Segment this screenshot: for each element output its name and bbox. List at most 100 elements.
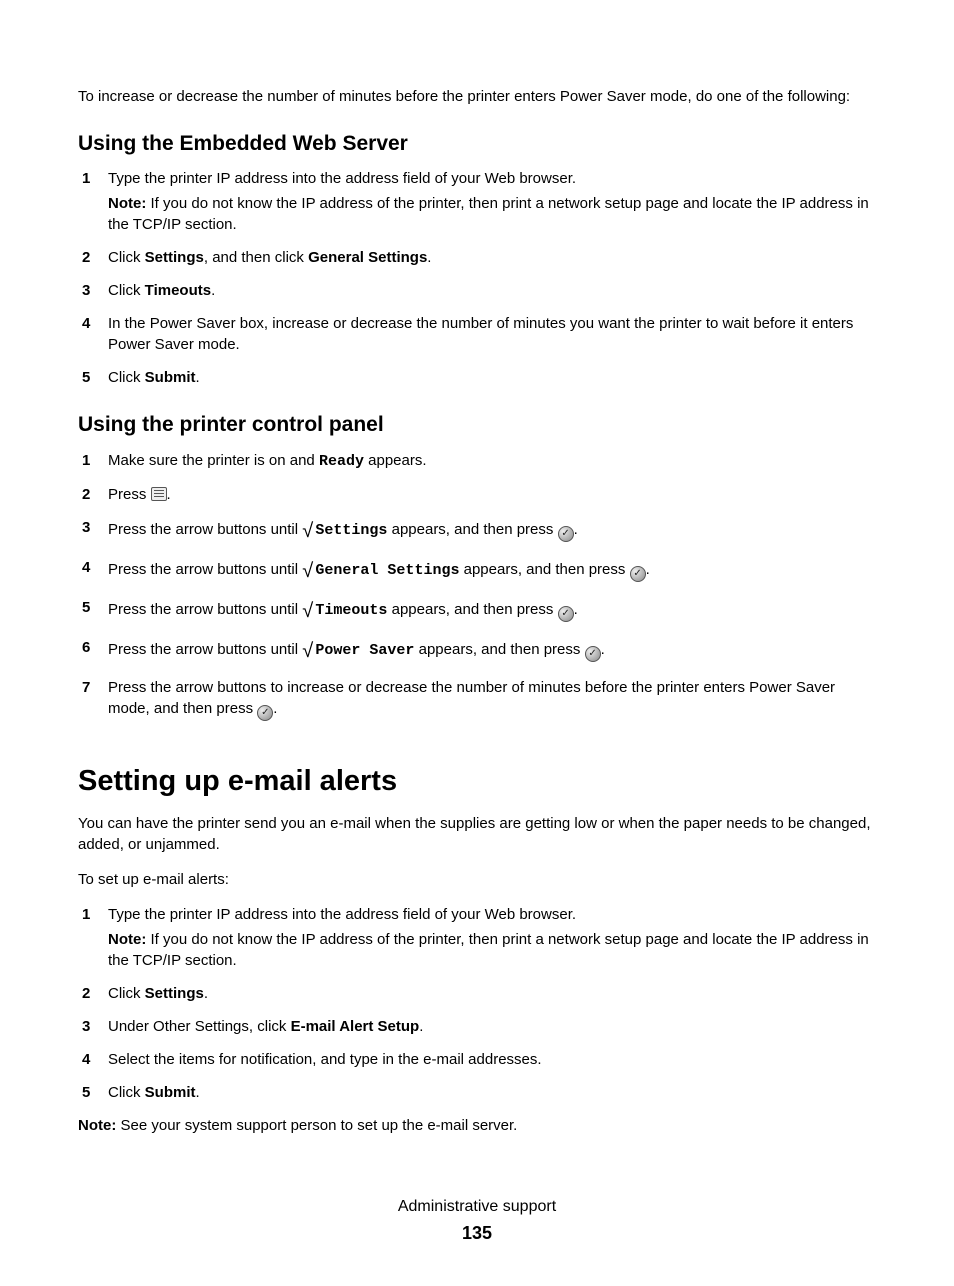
step-text: . — [427, 249, 431, 266]
step-text: Click — [108, 282, 145, 299]
ok-button-icon — [558, 526, 574, 542]
heading-control-panel: Using the printer control panel — [78, 410, 876, 439]
radical-icon: √ — [302, 557, 313, 585]
step-text: Press the arrow buttons until — [108, 561, 302, 578]
step-text: , and then click — [204, 249, 308, 266]
list-section1: 1 Type the printer IP address into the a… — [82, 168, 876, 388]
step-text: Type the printer IP address into the add… — [108, 170, 576, 187]
step-number: 5 — [82, 367, 90, 388]
ok-button-icon — [630, 566, 646, 582]
step-text: . — [574, 521, 578, 538]
list-item: 6 Press the arrow buttons until √ Power … — [82, 637, 876, 665]
menu-icon — [151, 487, 167, 501]
bold-text: E-mail Alert Setup — [291, 1018, 420, 1035]
step-text: appears, and then press — [459, 561, 629, 578]
step-text: Click — [108, 369, 145, 386]
note: Note: If you do not know the IP address … — [108, 929, 876, 971]
step-text: . — [204, 985, 208, 1002]
step-text: Select the items for notification, and t… — [108, 1051, 542, 1068]
step-text: appears, and then press — [387, 521, 557, 538]
step-number: 7 — [82, 677, 90, 698]
step-number: 2 — [82, 484, 90, 505]
step-text: appears, and then press — [414, 641, 584, 658]
step-text: Press — [108, 486, 151, 503]
list-section3: 1 Type the printer IP address into the a… — [82, 904, 876, 1103]
list-item: 1 Make sure the printer is on and Ready … — [82, 450, 876, 472]
step-text: . — [196, 369, 200, 386]
bold-text: Submit — [145, 369, 196, 386]
page-footer: Administrative support 135 — [78, 1196, 876, 1246]
list-item: 7 Press the arrow buttons to increase or… — [82, 677, 876, 721]
step-text: Click — [108, 1084, 145, 1101]
step-number: 1 — [82, 904, 90, 925]
list-item: 2 Click Settings. — [82, 983, 876, 1004]
footer-title: Administrative support — [78, 1196, 876, 1218]
mono-text: General Settings — [315, 562, 459, 579]
radical-icon: √ — [302, 597, 313, 625]
step-text: Press the arrow buttons until — [108, 521, 302, 538]
step-text: In the Power Saver box, increase or decr… — [108, 315, 853, 353]
list-item: 5 Press the arrow buttons until √ Timeou… — [82, 597, 876, 625]
step-text: Press the arrow buttons until — [108, 601, 302, 618]
step-text: Under Other Settings, click — [108, 1018, 291, 1035]
ok-button-icon — [257, 705, 273, 721]
list-item: 4 In the Power Saver box, increase or de… — [82, 313, 876, 355]
step-text: . — [211, 282, 215, 299]
step-text: . — [196, 1084, 200, 1101]
list-item: 5 Click Submit. — [82, 1082, 876, 1103]
list-item: 3 Under Other Settings, click E-mail Ale… — [82, 1016, 876, 1037]
note-label: Note: — [108, 195, 146, 212]
step-text: Make sure the printer is on and — [108, 452, 319, 469]
step-number: 4 — [82, 1049, 90, 1070]
bold-text: Settings — [145, 249, 204, 266]
note-label: Note: — [108, 931, 146, 948]
step-number: 2 — [82, 983, 90, 1004]
step-number: 4 — [82, 557, 90, 578]
list-item: 2 Click Settings, and then click General… — [82, 247, 876, 268]
list-item: 2 Press . — [82, 484, 876, 505]
step-text: Click — [108, 249, 145, 266]
step-number: 6 — [82, 637, 90, 658]
step-text: appears, and then press — [387, 601, 557, 618]
step-text: Press the arrow buttons to increase or d… — [108, 679, 835, 717]
step-text: . — [167, 486, 171, 503]
mono-text: Timeouts — [315, 602, 387, 619]
step-number: 5 — [82, 1082, 90, 1103]
mono-text: Power Saver — [315, 642, 414, 659]
step-text: appears. — [364, 452, 427, 469]
heading-email-alerts: Setting up e-mail alerts — [78, 761, 876, 802]
list-item: 5 Click Submit. — [82, 367, 876, 388]
step-text: Click — [108, 985, 145, 1002]
step-text: . — [419, 1018, 423, 1035]
step-number: 5 — [82, 597, 90, 618]
list-item: 4 Select the items for notification, and… — [82, 1049, 876, 1070]
bold-text: Settings — [145, 985, 204, 1002]
step-number: 3 — [82, 517, 90, 538]
step-text: . — [646, 561, 650, 578]
intro-paragraph: To increase or decrease the number of mi… — [78, 86, 876, 107]
end-note: Note: See your system support person to … — [78, 1115, 876, 1136]
bold-text: General Settings — [308, 249, 427, 266]
bold-text: Submit — [145, 1084, 196, 1101]
note-text: See your system support person to set up… — [116, 1117, 517, 1134]
step-text: Press the arrow buttons until — [108, 641, 302, 658]
mono-text: Ready — [319, 453, 364, 470]
list-section2: 1 Make sure the printer is on and Ready … — [82, 450, 876, 721]
page-number: 135 — [78, 1221, 876, 1246]
ok-button-icon — [585, 646, 601, 662]
note-text: If you do not know the IP address of the… — [108, 931, 869, 969]
note: Note: If you do not know the IP address … — [108, 193, 876, 235]
section3-lead: To set up e-mail alerts: — [78, 869, 876, 890]
step-text: . — [273, 700, 277, 717]
note-text: If you do not know the IP address of the… — [108, 195, 869, 233]
note-label: Note: — [78, 1117, 116, 1134]
radical-icon: √ — [302, 637, 313, 665]
step-text: . — [601, 641, 605, 658]
step-number: 1 — [82, 450, 90, 471]
mono-text: Settings — [315, 522, 387, 539]
step-text: Type the printer IP address into the add… — [108, 906, 576, 923]
list-item: 3 Click Timeouts. — [82, 280, 876, 301]
list-item: 3 Press the arrow buttons until √ Settin… — [82, 517, 876, 545]
step-number: 2 — [82, 247, 90, 268]
list-item: 1 Type the printer IP address into the a… — [82, 904, 876, 971]
